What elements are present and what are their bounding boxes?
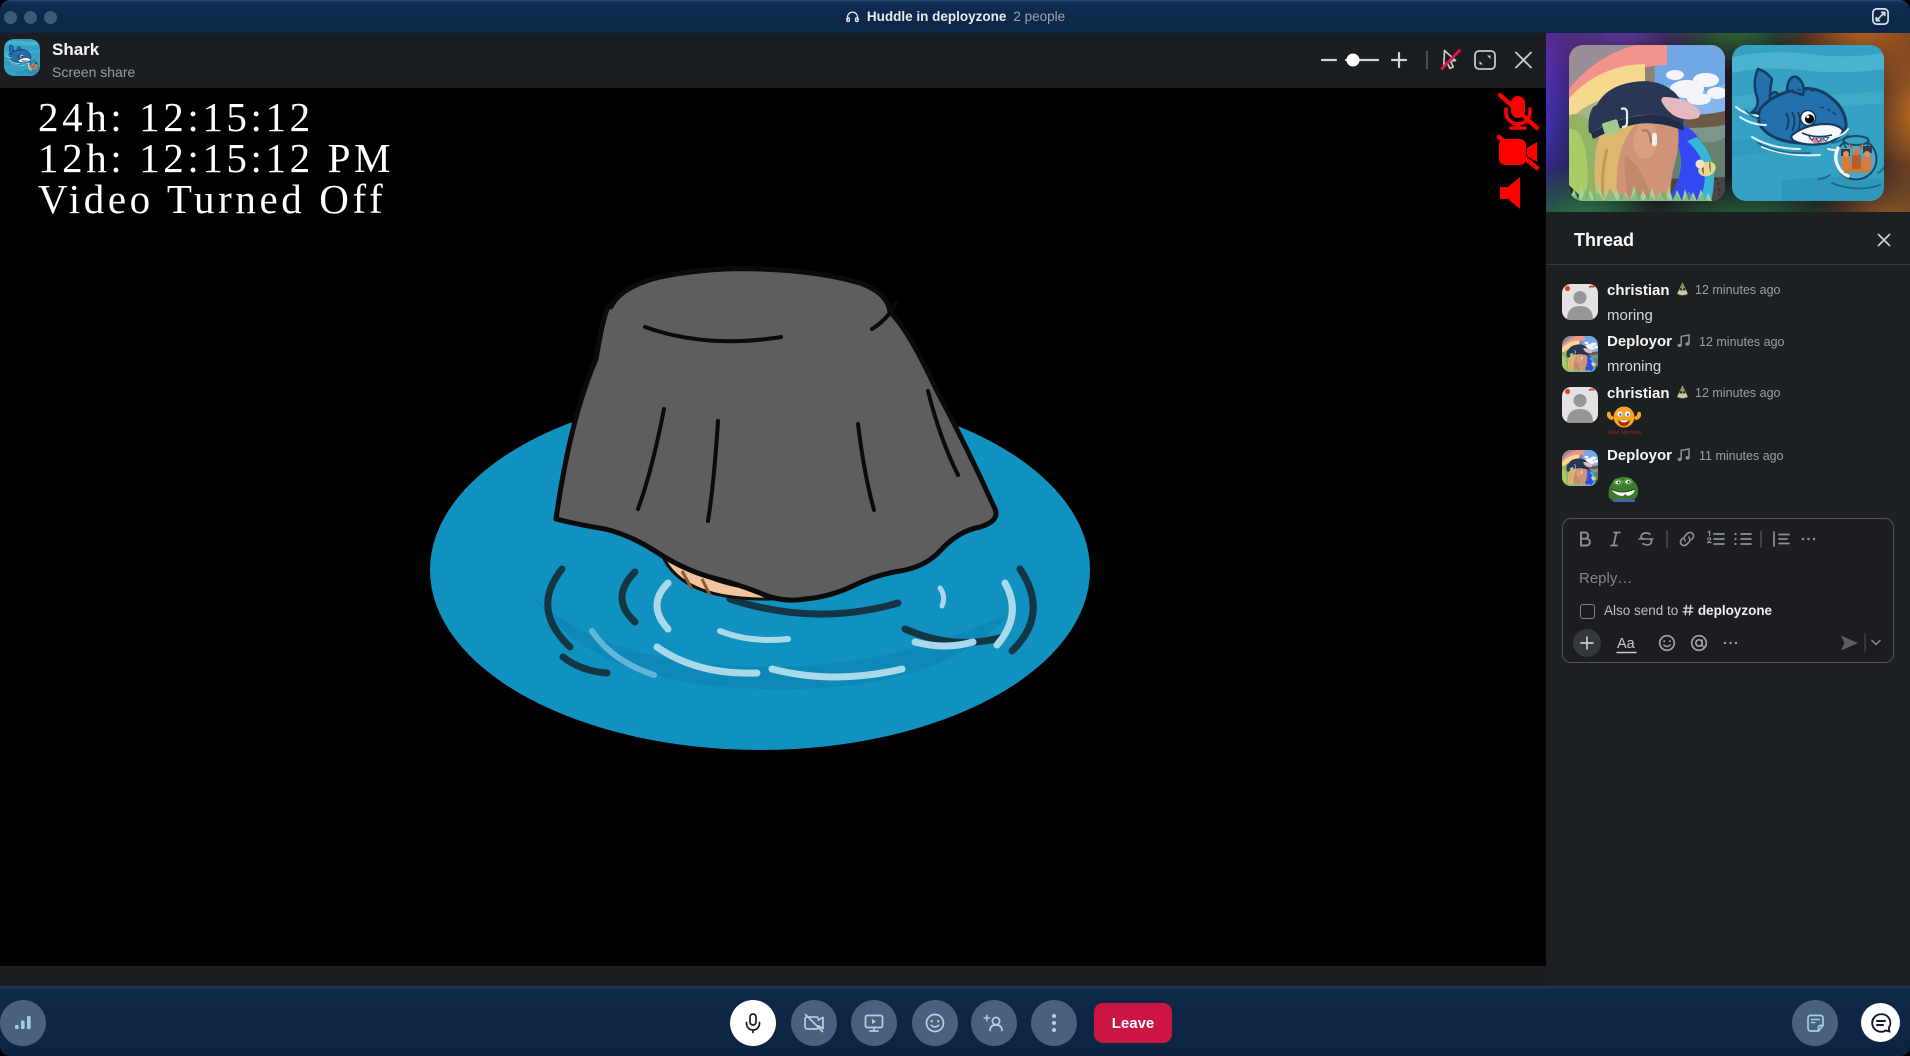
svg-text:Good Morning: Good Morning [1607, 429, 1641, 436]
svg-text:Aa: Aa [1617, 636, 1636, 652]
